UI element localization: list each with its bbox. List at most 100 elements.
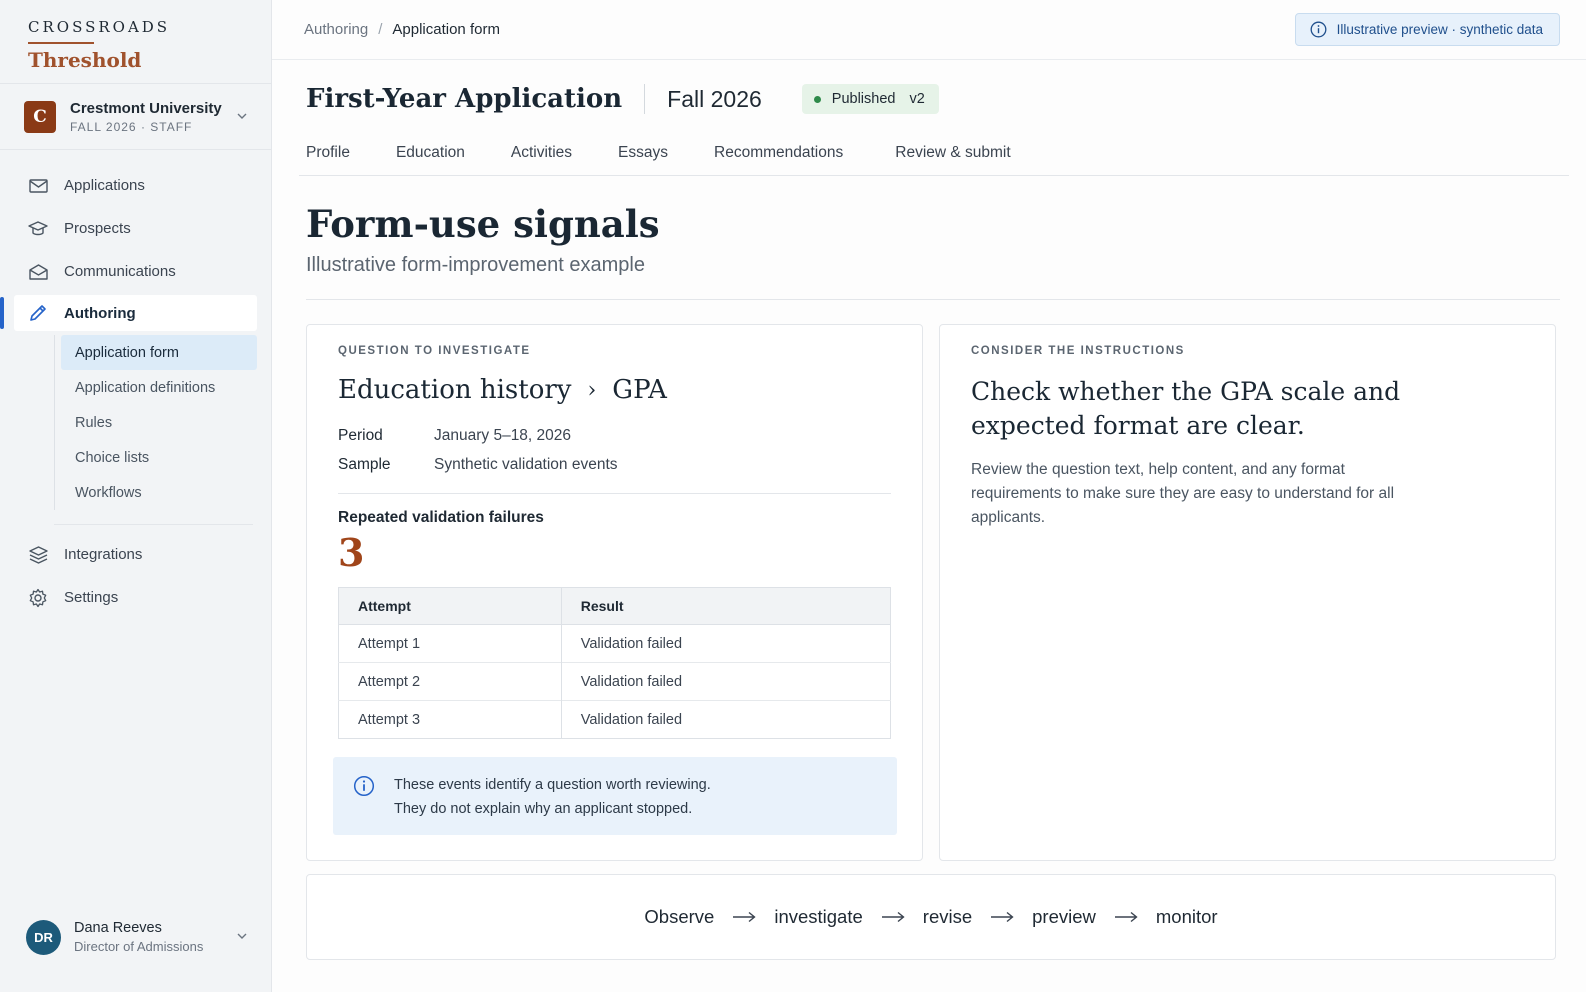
sidebar: CROSSROADS Threshold C Crestmont Univers… [0,0,272,992]
avatar: DR [26,919,61,955]
meta-divider [338,493,891,494]
inbox-icon [28,176,48,196]
chevron-down-icon [237,933,247,939]
question-field: GPA [612,375,667,405]
question-meta: Period January 5–18, 2026 Sample Synthet… [338,421,891,479]
sidebar-item-prospects[interactable]: Prospects [0,207,271,250]
page-subtitle: Illustrative form-improvement example [306,254,645,276]
sidebar-item-settings[interactable]: Settings [0,576,271,619]
question-path: Education history › GPA [338,375,891,405]
org-name: Crestmont University [70,99,222,117]
sidebar-item-label: Authoring [64,304,136,322]
tab-essays[interactable]: Essays [618,140,668,175]
note-line-1: These events identify a question worth r… [394,777,711,793]
status-badge: Published v2 [801,84,939,114]
header-divider [644,84,646,114]
tab-recommendations[interactable]: Recommendations [714,140,843,175]
arrow-right-icon [881,911,905,923]
column-header-attempt: Attempt [338,587,562,625]
org-switcher[interactable]: C Crestmont University FALL 2026 · STAFF [0,84,271,150]
result-cell: Validation failed [560,700,891,739]
layers-icon [28,545,48,565]
result-cell: Validation failed [560,662,891,701]
tab-review-submit[interactable]: Review & submit [895,140,1010,175]
org-avatar: C [24,100,56,133]
nav-divider [54,524,253,525]
breadcrumb-current: Application form [392,21,500,38]
form-section-tabs: Profile Education Activities Essays Reco… [299,140,1569,176]
status-dot-icon [813,95,821,103]
user-role: Director of Admissions [74,939,204,954]
period-value: January 5–18, 2026 [434,426,572,444]
chevron-right-icon: › [587,377,597,403]
flow-step-preview: preview [1032,906,1096,927]
sidebar-subitem-application-form[interactable]: Application form [61,335,257,370]
brand-divider [28,42,94,44]
flow-step-revise: revise [922,906,973,927]
instructions-eyebrow: CONSIDER THE INSTRUCTIONS [971,345,1185,357]
sidebar-subitem-application-definitions[interactable]: Application definitions [61,370,257,405]
breadcrumb-separator: / [378,21,383,38]
section-divider [306,299,1560,300]
active-indicator [0,297,4,329]
result-cell: Validation failed [560,624,891,663]
arrow-right-icon [733,911,756,923]
breadcrumb-authoring[interactable]: Authoring [304,21,368,38]
table-row: Attempt 2 Validation failed [338,662,891,701]
brand-wordmark-top: CROSSROADS [28,18,171,36]
flow-step-investigate: investigate [774,906,863,927]
sidebar-subitem-rules[interactable]: Rules [61,405,257,440]
flow-step-monitor: monitor [1155,906,1218,927]
pencil-icon [28,303,48,323]
sidebar-subitem-choice-lists[interactable]: Choice lists [61,440,257,475]
preview-badge[interactable]: Illustrative preview · synthetic data [1294,13,1560,46]
sample-value: Synthetic validation events [434,455,618,473]
gear-icon [28,588,48,608]
sidebar-item-authoring[interactable]: Authoring [0,295,257,331]
tab-profile[interactable]: Profile [306,140,350,175]
page-title: Form-use signals [306,202,660,246]
instructions-title: Check whether the GPA scale and expected… [971,377,1401,440]
sidebar-item-communications[interactable]: Communications [0,250,271,293]
info-note: These events identify a question worth r… [333,757,897,835]
brand-wordmark: Threshold [28,48,142,72]
user-name: Dana Reeves [74,920,162,936]
preview-badge-label: Illustrative preview · synthetic data [1336,22,1543,37]
tab-activities[interactable]: Activities [511,140,572,175]
graduation-cap-icon [28,219,48,239]
attempt-cell: Attempt 1 [338,624,562,663]
arrow-right-icon [991,911,1014,923]
attempt-cell: Attempt 2 [338,662,562,701]
form-title: First-Year Application [306,84,623,114]
chevron-down-icon [237,113,247,119]
attempt-cell: Attempt 3 [338,700,562,739]
user-menu[interactable]: DR Dana Reeves Director of Admissions [0,882,271,992]
sidebar-item-label: Prospects [64,220,131,237]
version-label: v2 [909,91,925,107]
flow-step-observe: Observe [644,906,715,927]
brand-logo[interactable]: CROSSROADS Threshold [0,0,271,84]
sidebar-item-label: Integrations [64,546,143,563]
attempts-table: Attempt Result Attempt 1 Validation fail… [338,587,891,739]
status-label: Published [831,91,896,107]
info-icon [1310,21,1327,38]
breadcrumb: Authoring / Application form [304,21,500,38]
column-header-result: Result [560,587,891,625]
sample-label: Sample [338,455,391,473]
period-label: Period [338,426,383,444]
question-card: QUESTION TO INVESTIGATE Education histor… [306,324,923,861]
failures-label: Repeated validation failures [338,509,544,526]
authoring-submenu: Application form Application definitions… [54,335,257,510]
improvement-flow: Observe investigate revise preview monit… [306,874,1556,960]
sidebar-item-integrations[interactable]: Integrations [0,533,271,576]
instructions-card: CONSIDER THE INSTRUCTIONS Check whether … [939,324,1556,861]
sidebar-nav: Applications Prospects Communications Au… [0,150,271,619]
sidebar-subitem-workflows[interactable]: Workflows [61,475,257,510]
sidebar-item-applications[interactable]: Applications [0,164,271,207]
note-line-2: They do not explain why an applicant sto… [394,801,693,817]
failures-count: 3 [338,530,365,575]
tab-education[interactable]: Education [396,140,465,175]
form-header: First-Year Application Fall 2026 Publish… [306,82,939,116]
top-bar: Authoring / Application form Illustrativ… [272,0,1586,60]
sidebar-item-label: Settings [64,589,119,606]
